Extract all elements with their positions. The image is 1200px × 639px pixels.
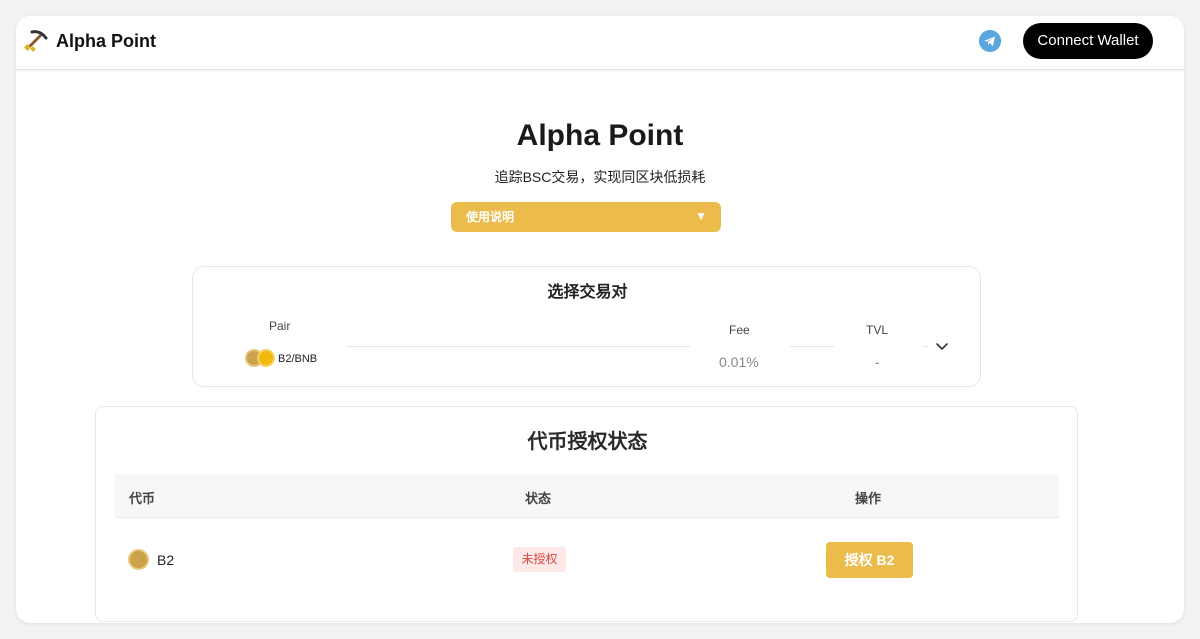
fee-column-label: Fee — [729, 323, 750, 337]
usage-guide-label: 使用说明 — [466, 210, 515, 224]
selected-pair-name[interactable]: B2/BNB — [278, 352, 317, 366]
divider — [922, 346, 929, 347]
divider — [346, 346, 690, 347]
authorization-title: 代币授权状态 — [527, 431, 648, 453]
tvl-column-label: TVL — [866, 323, 889, 337]
divider — [790, 346, 834, 347]
column-header-action: 操作 — [855, 491, 882, 506]
chevron-down-icon[interactable] — [935, 339, 949, 353]
brand-name[interactable]: Alpha Point — [56, 30, 156, 52]
bnb-token-icon — [257, 349, 275, 367]
column-header-token: 代币 — [129, 491, 156, 506]
pair-selector-card: 选择交易对 Pair Fee TVL B2/BNB 0.01% - — [192, 266, 981, 387]
usage-guide-dropdown[interactable]: 使用说明 ▼ — [451, 202, 721, 232]
caret-down-icon: ▼ — [695, 209, 707, 223]
status-badge: 未授权 — [513, 547, 566, 572]
pair-selector-title: 选择交易对 — [547, 284, 628, 301]
telegram-icon[interactable] — [979, 30, 1001, 52]
table-header: 代币 状态 操作 — [115, 474, 1059, 518]
column-header-status: 状态 — [525, 491, 552, 506]
authorize-button[interactable]: 授权 B2 — [826, 542, 913, 578]
app-window: Alpha Point Connect Wallet Alpha Point 追… — [16, 16, 1184, 623]
pickaxe-icon — [23, 30, 48, 52]
page-subtitle: 追踪BSC交易，实现同区块低损耗 — [494, 169, 706, 185]
b2-token-icon — [128, 549, 149, 570]
connect-wallet-button[interactable]: Connect Wallet — [1023, 23, 1153, 59]
page-title: Alpha Point — [516, 119, 684, 152]
top-navbar: Alpha Point Connect Wallet — [16, 16, 1184, 70]
pair-column-label: Pair — [269, 319, 291, 333]
token-name: B2 — [157, 552, 175, 568]
fee-value: 0.01% — [719, 354, 759, 370]
tvl-value: - — [875, 354, 880, 370]
token-authorization-card: 代币授权状态 代币 状态 操作 B2 未授权 授权 B2 — [95, 406, 1078, 622]
